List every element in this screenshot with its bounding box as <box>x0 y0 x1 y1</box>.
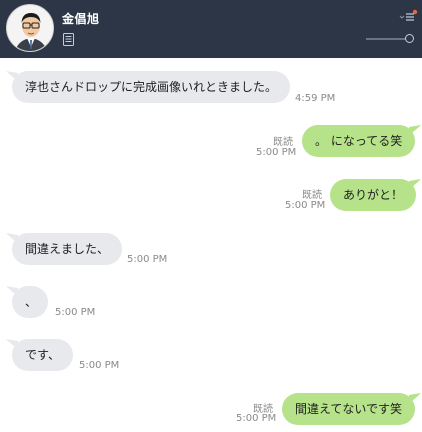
notification-dot <box>412 9 418 15</box>
message-bubble[interactable]: 。 になってる笑 <box>302 125 416 157</box>
bubble-tail <box>409 125 421 135</box>
message-time: 4:59 PM <box>295 93 336 104</box>
notes-icon[interactable] <box>63 31 74 46</box>
message-bubble[interactable]: 淳也さんドロップに完成画像いれときました。 <box>12 71 291 103</box>
bubble-tail <box>409 393 421 403</box>
avatar[interactable] <box>6 4 54 52</box>
message-time: 5:00 PM <box>256 147 297 158</box>
message-time: 5:00 PM <box>127 254 168 265</box>
bubble-tail <box>409 179 421 189</box>
message-bubble[interactable]: 、 <box>12 286 48 318</box>
zoom-slider[interactable] <box>366 34 416 44</box>
message-list: 淳也さんドロップに完成画像いれときました。 4:59 PM 既読 5:00 PM… <box>0 58 422 432</box>
read-receipt: 既読 <box>273 137 293 148</box>
contact-name: 金倡旭 <box>62 12 100 26</box>
chat-header: 金倡旭 <box>0 0 422 58</box>
slider-knob[interactable] <box>405 34 414 43</box>
message-time: 5:00 PM <box>236 413 277 424</box>
slider-track <box>366 38 410 40</box>
menu-icon[interactable] <box>398 8 418 22</box>
message-time: 5:00 PM <box>79 360 120 371</box>
message-bubble[interactable]: 間違えてないです笑 <box>282 393 416 425</box>
message-bubble[interactable]: ありがと！ <box>330 179 417 211</box>
message-bubble[interactable]: 間違えました、 <box>12 233 123 265</box>
message-bubble[interactable]: です、 <box>12 339 74 371</box>
message-time: 5:00 PM <box>55 307 96 318</box>
message-time: 5:00 PM <box>285 200 326 211</box>
read-receipt: 既読 <box>302 190 322 201</box>
